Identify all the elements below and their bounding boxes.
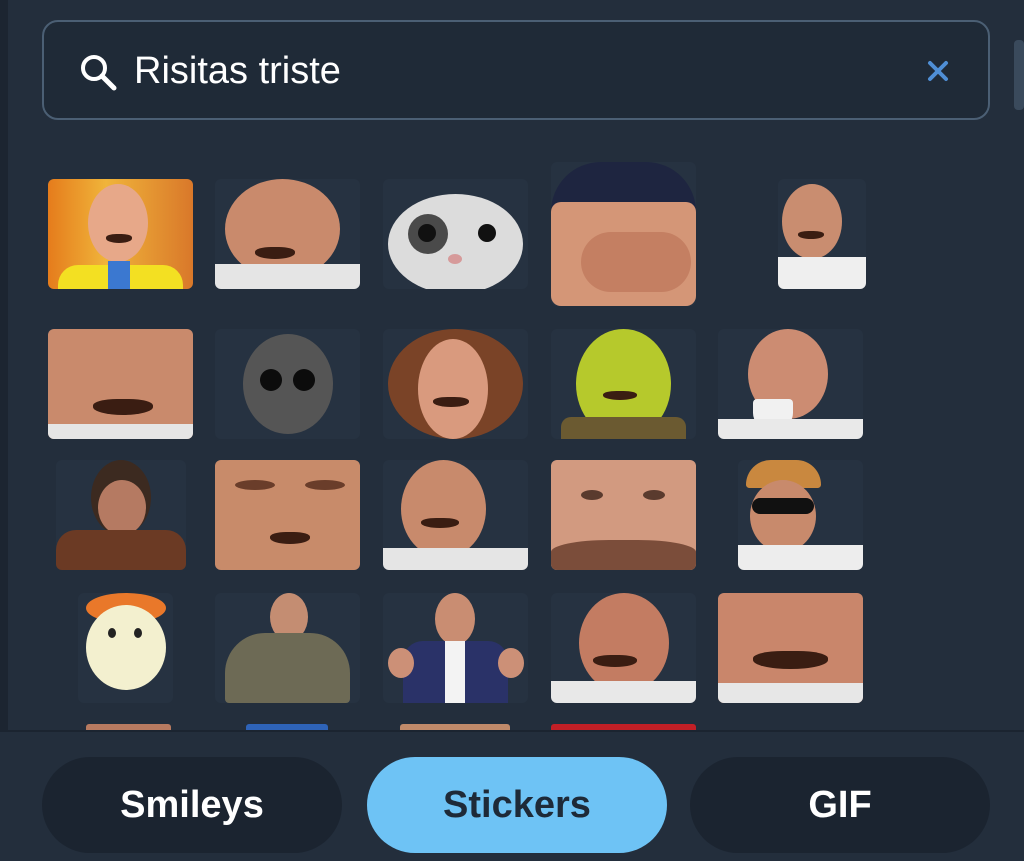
- search-input[interactable]: [134, 40, 894, 102]
- sticker-risitas-beanie-facepalm[interactable]: [551, 162, 696, 306]
- sticker-sad-wojak-dark[interactable]: [215, 329, 360, 439]
- search-box[interactable]: [42, 20, 990, 120]
- sticker-risitas-face-stretched[interactable]: [215, 460, 360, 570]
- tab-gif[interactable]: GIF: [690, 757, 990, 853]
- sticker-risitas-suit-hands-up[interactable]: [383, 593, 528, 703]
- sticker-risitas-cup[interactable]: [718, 329, 863, 439]
- sticker-risitas-curly-hair[interactable]: [383, 329, 528, 439]
- sticker-risitas-tv-studio[interactable]: [48, 179, 193, 289]
- sticker-risitas-grin[interactable]: [383, 460, 528, 570]
- sticker-hamtaro-sad[interactable]: [78, 593, 173, 703]
- sticker-risitas-shrek[interactable]: [551, 329, 696, 439]
- sticker-risitas-closeup-downcast[interactable]: [48, 329, 193, 439]
- sticker-risitas-frown[interactable]: [551, 593, 696, 703]
- sticker-risitas-sunglasses-bandana[interactable]: [738, 460, 863, 570]
- scrollbar[interactable]: [1014, 40, 1024, 110]
- sticker-risitas-hands-on-hips[interactable]: [215, 593, 360, 703]
- sticker-man-crying-hand[interactable]: [56, 460, 186, 570]
- tab-bar: Smileys Stickers GIF: [0, 732, 1024, 861]
- tab-stickers[interactable]: Stickers: [367, 757, 667, 853]
- tab-smileys[interactable]: Smileys: [42, 757, 342, 853]
- sticker-risitas-small-portrait[interactable]: [778, 179, 866, 289]
- sticker-risitas-bald-closeup[interactable]: [551, 460, 696, 570]
- sticker-risitas-crying-closeup[interactable]: [718, 593, 863, 703]
- close-icon[interactable]: [924, 57, 952, 85]
- search-icon: [78, 52, 118, 92]
- sticker-cat-staring[interactable]: [383, 179, 528, 289]
- sticker-risitas-laughing-side[interactable]: [215, 179, 360, 289]
- sticker-panel: Smileys Stickers GIF: [0, 0, 1024, 861]
- sticker-grid: [48, 160, 868, 730]
